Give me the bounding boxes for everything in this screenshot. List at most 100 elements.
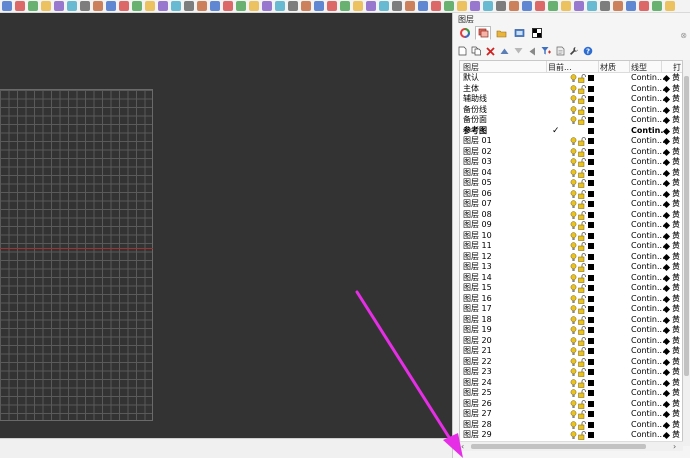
- layer-print-width[interactable]: 黄: [672, 126, 680, 137]
- layer-name[interactable]: 图层 19: [463, 325, 492, 336]
- layer-color-swatch[interactable]: [588, 348, 594, 354]
- delete-icon[interactable]: [485, 46, 495, 56]
- print-color-swatch[interactable]: [662, 358, 671, 366]
- toolbar-button[interactable]: [496, 1, 506, 11]
- layer-linetype[interactable]: Contin...: [631, 336, 665, 347]
- unlock-icon[interactable]: [578, 389, 586, 398]
- print-color-swatch[interactable]: [662, 400, 671, 408]
- horizontal-scroll-thumb[interactable]: [471, 444, 646, 449]
- layer-linetype[interactable]: Contin...: [631, 157, 665, 168]
- layer-row[interactable]: 图层 04 Contin... 黄: [460, 168, 682, 179]
- layer-name[interactable]: 图层 15: [463, 283, 492, 294]
- layer-name[interactable]: 图层 18: [463, 315, 492, 326]
- visibility-bulb-icon[interactable]: [570, 336, 577, 346]
- visibility-bulb-icon[interactable]: [570, 147, 577, 157]
- visibility-bulb-icon[interactable]: [570, 74, 577, 83]
- unlock-icon[interactable]: [578, 116, 586, 125]
- unlock-icon[interactable]: [578, 378, 586, 388]
- layer-print-width[interactable]: 黄: [672, 252, 680, 263]
- layer-row[interactable]: 图层 18 Contin... 黄: [460, 315, 682, 326]
- layer-name[interactable]: 图层 08: [463, 210, 492, 221]
- visibility-bulb-icon[interactable]: [570, 357, 577, 367]
- layer-name[interactable]: 备份线: [463, 105, 487, 116]
- arrow-left-icon[interactable]: [527, 46, 537, 56]
- layer-print-width[interactable]: 黄: [672, 73, 680, 84]
- layer-color-swatch[interactable]: [588, 285, 594, 291]
- layer-name[interactable]: 图层 06: [463, 189, 492, 200]
- unlock-icon[interactable]: [578, 95, 586, 104]
- layer-name[interactable]: 图层 26: [463, 399, 492, 410]
- tab-checker[interactable]: [529, 26, 545, 40]
- toolbar-button[interactable]: [2, 1, 12, 11]
- layer-name[interactable]: 图层 07: [463, 199, 492, 210]
- toolbar-button[interactable]: [509, 1, 519, 11]
- layer-linetype[interactable]: Contin...: [631, 357, 665, 368]
- document-icon[interactable]: [555, 46, 565, 56]
- layer-color-swatch[interactable]: [588, 327, 594, 333]
- toolbar-button[interactable]: [314, 1, 324, 11]
- layer-row[interactable]: 图层 06 Contin... 黄: [460, 189, 682, 200]
- layer-color-swatch[interactable]: [588, 127, 594, 134]
- layer-name[interactable]: 图层 09: [463, 220, 492, 231]
- layer-linetype[interactable]: Contin...: [631, 304, 665, 315]
- toolbar-button[interactable]: [275, 1, 285, 11]
- layer-color-swatch[interactable]: [588, 316, 594, 323]
- layer-name[interactable]: 图层 05: [463, 178, 492, 189]
- visibility-bulb-icon[interactable]: [570, 431, 577, 440]
- layer-print-width[interactable]: 黄: [672, 94, 680, 105]
- layer-print-width[interactable]: 黄: [672, 294, 680, 305]
- layer-name[interactable]: 图层 03: [463, 157, 492, 168]
- layer-color-swatch[interactable]: [588, 222, 594, 228]
- tab-display[interactable]: [511, 26, 527, 40]
- filter-icon[interactable]: [541, 46, 551, 56]
- toolbar-button[interactable]: [340, 1, 350, 11]
- print-color-swatch[interactable]: [662, 169, 671, 177]
- layer-name[interactable]: 图层 20: [463, 336, 492, 347]
- vertical-scroll-thumb[interactable]: [684, 76, 689, 376]
- layer-name[interactable]: 图层 28: [463, 420, 492, 431]
- layer-print-width[interactable]: 黄: [672, 283, 680, 294]
- layer-print-width[interactable]: 黄: [672, 304, 680, 315]
- layer-row[interactable]: 图层 24 Contin... 黄: [460, 378, 682, 389]
- layer-linetype[interactable]: Contin...: [631, 73, 665, 84]
- tab-layers[interactable]: [475, 26, 491, 40]
- layer-linetype[interactable]: Contin...: [631, 115, 665, 126]
- layer-print-width[interactable]: 黄: [672, 273, 680, 284]
- unlock-icon[interactable]: [578, 305, 586, 314]
- print-color-swatch[interactable]: [662, 274, 671, 282]
- toolbar-button[interactable]: [431, 1, 441, 11]
- layer-name[interactable]: 图层 27: [463, 409, 492, 420]
- toolbar-button[interactable]: [600, 1, 610, 11]
- unlock-icon[interactable]: [578, 420, 586, 430]
- layer-row[interactable]: 图层 01 Contin... 黄: [460, 136, 682, 147]
- unlock-icon[interactable]: [578, 431, 586, 440]
- layer-color-swatch[interactable]: [588, 421, 594, 428]
- unlock-icon[interactable]: [578, 252, 586, 262]
- print-color-swatch[interactable]: [662, 85, 671, 93]
- toolbar-button[interactable]: [444, 1, 454, 11]
- visibility-bulb-icon[interactable]: [570, 420, 577, 430]
- layer-print-width[interactable]: 黄: [672, 378, 680, 389]
- help-icon[interactable]: ?: [583, 46, 593, 56]
- layer-row[interactable]: 参考图 ✓ Contin... 黄: [460, 126, 682, 137]
- toolbar-button[interactable]: [106, 1, 116, 11]
- visibility-bulb-icon[interactable]: [570, 84, 577, 94]
- toolbar-button[interactable]: [67, 1, 77, 11]
- layer-name[interactable]: 图层 17: [463, 304, 492, 315]
- toolbar-button[interactable]: [574, 1, 584, 11]
- toolbar-button[interactable]: [119, 1, 129, 11]
- toolbar-button[interactable]: [288, 1, 298, 11]
- layer-print-width[interactable]: 黄: [672, 336, 680, 347]
- layer-linetype[interactable]: Contin...: [631, 252, 665, 263]
- visibility-bulb-icon[interactable]: [570, 95, 577, 104]
- layer-row[interactable]: 图层 16 Contin... 黄: [460, 294, 682, 305]
- layer-linetype[interactable]: Contin...: [631, 189, 665, 200]
- layer-row[interactable]: 辅助线 Contin... 黄: [460, 94, 682, 105]
- unlock-icon[interactable]: [578, 200, 586, 209]
- unlock-icon[interactable]: [578, 294, 586, 304]
- layer-name[interactable]: 图层 16: [463, 294, 492, 305]
- print-color-swatch[interactable]: [662, 232, 671, 240]
- toolbar-button[interactable]: [626, 1, 636, 11]
- unlock-icon[interactable]: [578, 242, 586, 251]
- layer-row[interactable]: 图层 02 Contin... 黄: [460, 147, 682, 158]
